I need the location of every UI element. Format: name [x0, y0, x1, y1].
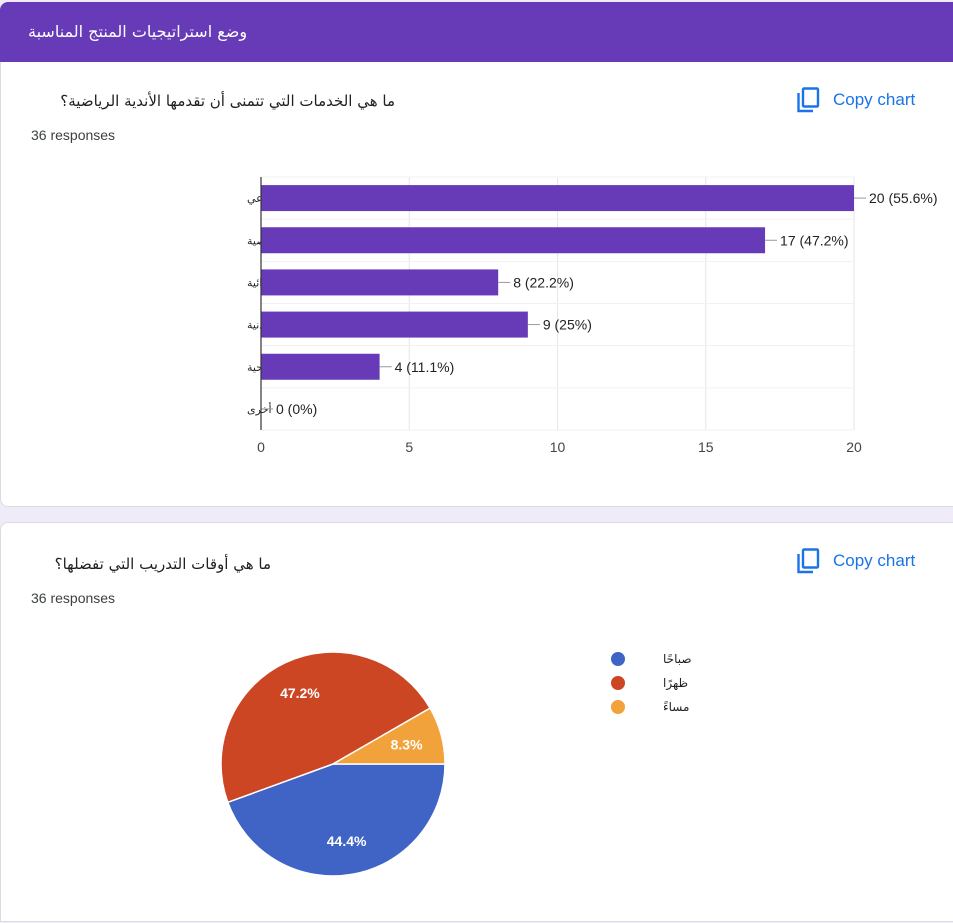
data-label: 4 (11.1%): [395, 359, 455, 375]
legend-label: ظهرًا: [663, 676, 688, 691]
form-header: وضع استراتيجيات المنتج المناسبة: [0, 2, 953, 62]
legend-swatch: [611, 652, 625, 666]
data-label: 0 (0%): [276, 401, 317, 417]
legend-label: صباحًا: [663, 652, 692, 666]
legend-label: مساءً: [663, 700, 689, 714]
question-card-services: ما هي الخدمات التي تتمنى أن تقدمها الأند…: [0, 62, 953, 507]
slice-label: 8.3%: [391, 736, 423, 752]
bar: [261, 185, 854, 212]
bar: [261, 353, 380, 380]
question-card-times: ما هي أوقات التدريب التي تفضلها؟ 36 resp…: [0, 522, 953, 922]
x-tick-label: 0: [257, 439, 265, 455]
slice-label: 47.2%: [280, 685, 320, 701]
data-label: 17 (47.2%): [780, 232, 848, 248]
legend-swatch: [611, 700, 625, 714]
bar: [261, 269, 499, 296]
x-tick-label: 5: [405, 439, 413, 455]
slice-label: 44.4%: [327, 833, 367, 849]
x-tick-label: 10: [550, 439, 566, 455]
data-label: 20 (55.6%): [869, 190, 937, 206]
bar-chart: 05101520برامج تدريب جماعي20 (55.6%)جلسات…: [247, 176, 937, 455]
bar: [261, 311, 528, 338]
pie-chart: 44.4% 47.2% 8.3% صباحًا ظهرًا مساءً: [220, 651, 692, 877]
data-label: 8 (22.2%): [513, 274, 574, 290]
data-label: 9 (25%): [543, 317, 592, 333]
x-tick-label: 20: [846, 439, 862, 455]
legend-swatch: [611, 676, 625, 690]
x-tick-label: 15: [698, 439, 714, 455]
form-title: وضع استراتيجيات المنتج المناسبة: [28, 22, 248, 41]
bar: [261, 227, 766, 254]
